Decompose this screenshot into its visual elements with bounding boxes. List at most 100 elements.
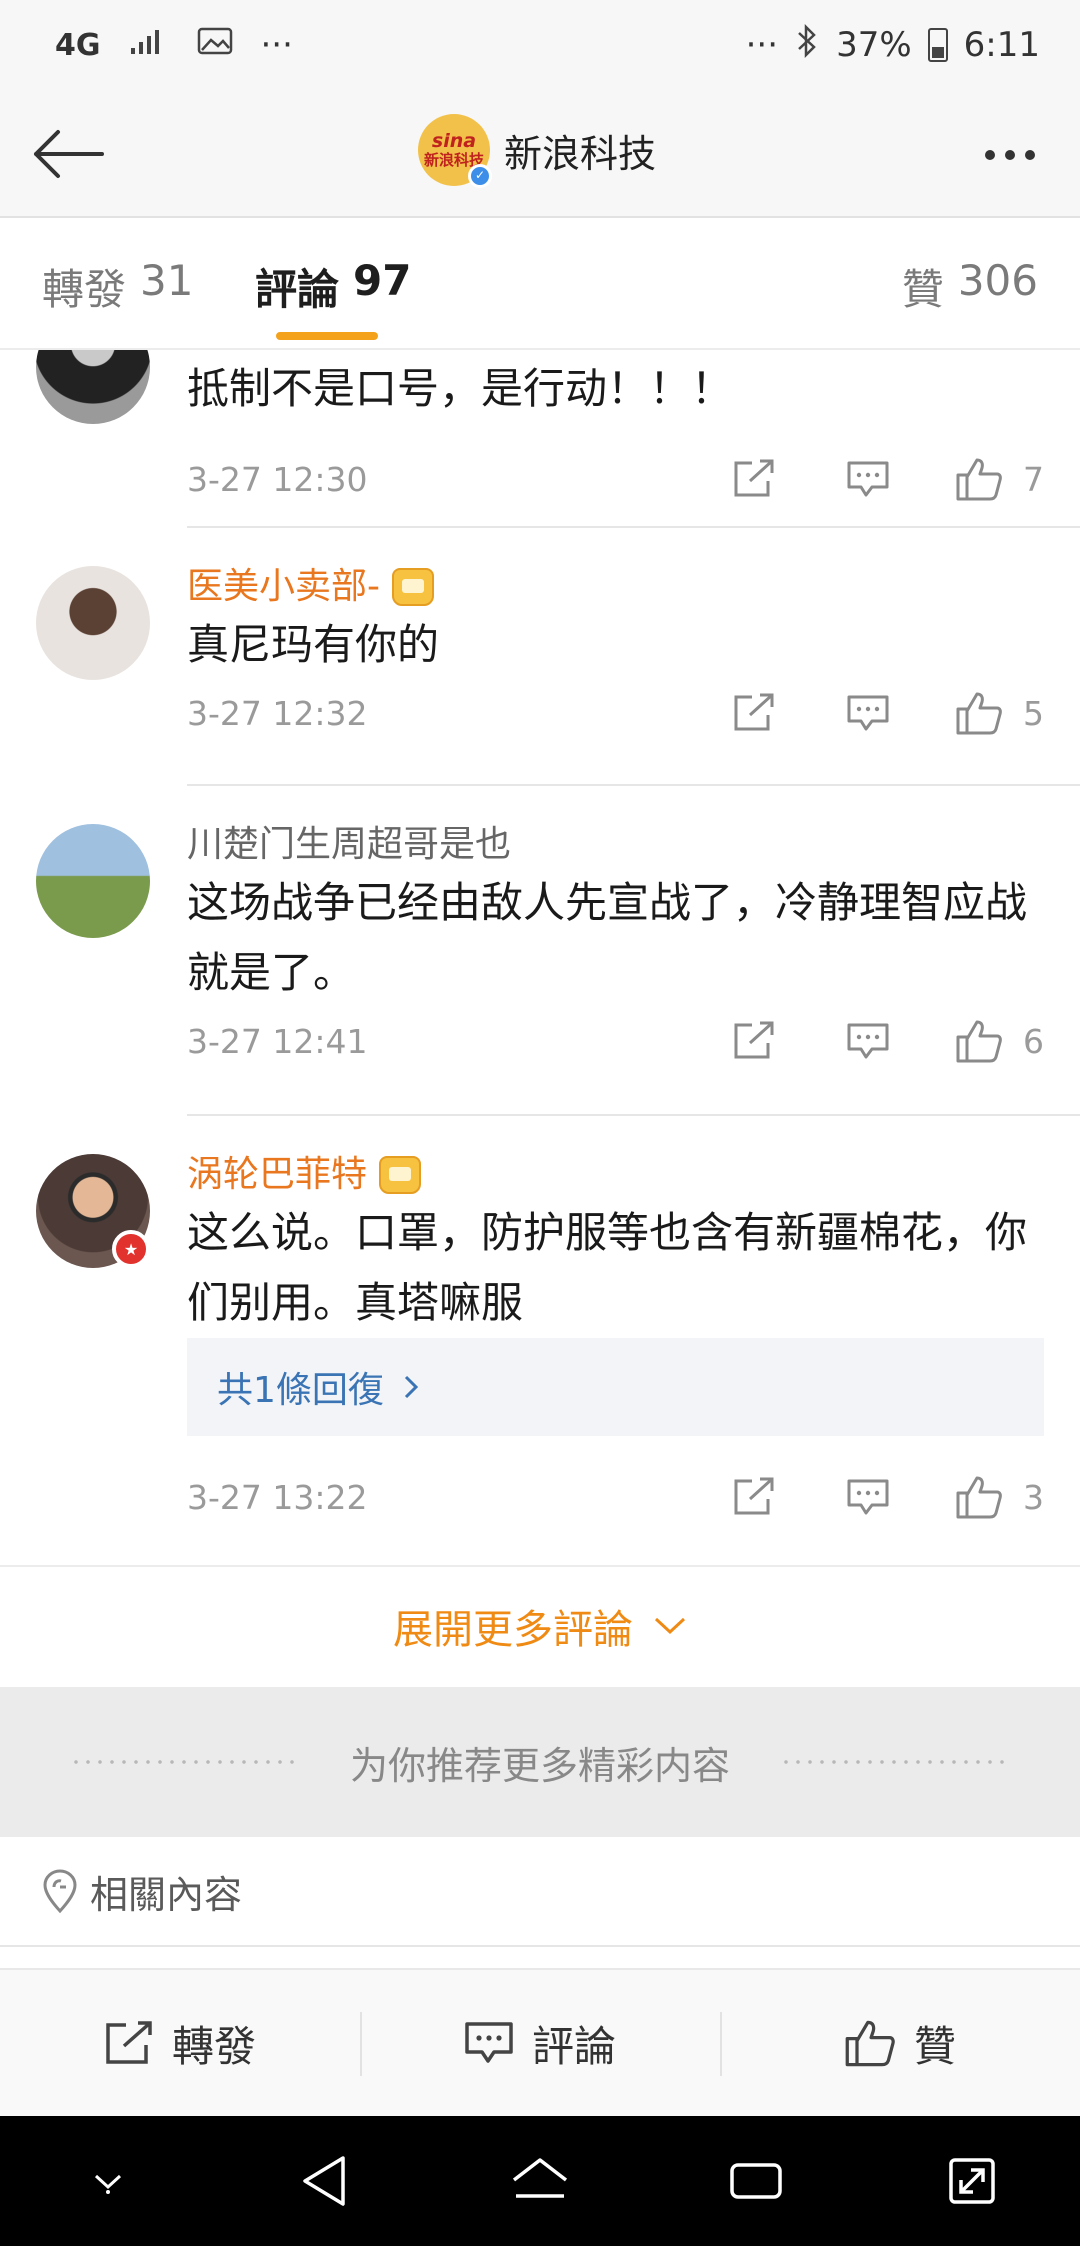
bottom-toolbar: 轉發 評論 贊 xyxy=(0,1968,1080,2116)
thumbs-up-icon xyxy=(956,692,1002,735)
like-label: 贊 xyxy=(913,2021,956,2071)
chevron-down-icon xyxy=(94,2174,122,2194)
verified-badge-icon: ★ xyxy=(112,1230,150,1268)
thumbs-up-icon xyxy=(845,2020,895,2067)
tab-label: 評論 xyxy=(255,265,340,314)
comment-text: 这场战争已经由敌人先宣战了，冷静理智应战就是了。 xyxy=(187,878,1028,997)
dotted-line xyxy=(69,1760,300,1764)
verified-icon: ✓ xyxy=(468,164,492,188)
commenter-name[interactable]: 涡轮巴菲特 xyxy=(187,1152,1044,1198)
commenter-name[interactable]: 医美小卖部- xyxy=(187,564,1044,610)
vip-crown-icon xyxy=(392,568,434,606)
nav-dismiss-button[interactable] xyxy=(58,2131,158,2231)
logo-text-top: sina xyxy=(431,130,477,153)
commenter-name-text: 医美小卖部- xyxy=(187,566,380,607)
like-button[interactable]: 贊 xyxy=(720,1970,1080,2116)
like-button[interactable]: 5 xyxy=(955,688,1044,738)
expand-more-comments-button[interactable]: 展開更多評論 xyxy=(0,1565,1080,1685)
nav-recents-button[interactable] xyxy=(706,2131,806,2231)
comment-item: 川楚门生周超哥是也 这场战争已经由敌人先宣战了，冷静理智应战就是了。 3-27 … xyxy=(0,786,1080,1116)
tab-forward[interactable]: 轉發 31 xyxy=(42,256,193,317)
reply-button[interactable] xyxy=(843,688,893,738)
recents-icon xyxy=(730,2163,782,2199)
avatar[interactable] xyxy=(36,824,150,938)
comment-item: 抵制不是口号，是行动！！！ 3-27 12:30 7 xyxy=(0,350,1080,528)
battery-icon xyxy=(927,28,948,62)
comment-time: 3-27 12:30 xyxy=(187,459,368,499)
like-button[interactable]: 3 xyxy=(955,1472,1044,1522)
reply-button[interactable] xyxy=(843,454,893,504)
share-icon xyxy=(734,459,774,497)
more-status: ··· xyxy=(745,25,779,65)
comment-button[interactable]: 評論 xyxy=(360,1970,720,2116)
forward-button[interactable]: 轉發 xyxy=(0,1970,360,2116)
reply-summary-link[interactable]: 共1條回復 xyxy=(187,1338,1044,1436)
nav-back-button[interactable] xyxy=(274,2131,374,2231)
more-dot-icon xyxy=(985,150,995,160)
comment-text: 抵制不是口号，是行动！！！ xyxy=(187,364,734,413)
tab-bar: 轉發 31 評論 97 贊 306 xyxy=(0,218,1080,350)
share-icon xyxy=(734,1477,774,1515)
comment-icon xyxy=(465,2022,513,2063)
forward-icon xyxy=(106,2021,152,2064)
clock: 6:11 xyxy=(963,25,1040,65)
comment-item: 医美小卖部- 真尼玛有你的 3-27 12:32 5 xyxy=(0,528,1080,786)
tab-like[interactable]: 贊 306 xyxy=(902,256,1038,317)
comment-time: 3-27 13:22 xyxy=(187,1477,368,1517)
reply-summary-text: 共1條回復 xyxy=(217,1370,384,1411)
comment-icon xyxy=(847,695,889,731)
tab-label: 贊 xyxy=(901,265,944,314)
like-count: 7 xyxy=(1023,459,1044,499)
tab-comment[interactable]: 評論 97 xyxy=(255,256,411,317)
share-button[interactable] xyxy=(729,1016,779,1066)
recommend-label: 为你推荐更多精彩内容 xyxy=(349,1743,730,1788)
comment-label: 評論 xyxy=(531,2021,616,2071)
like-button[interactable]: 7 xyxy=(955,454,1044,504)
comment-time: 3-27 12:32 xyxy=(187,693,368,733)
nav-home-button[interactable] xyxy=(490,2131,590,2231)
tab-count: 97 xyxy=(353,256,412,305)
share-button[interactable] xyxy=(729,688,779,738)
tab-label: 轉發 xyxy=(42,265,127,314)
share-button[interactable] xyxy=(729,1472,779,1522)
avatar[interactable] xyxy=(36,566,150,680)
reply-button[interactable] xyxy=(843,1472,893,1522)
thumbs-up-icon xyxy=(956,458,1002,501)
more-options-button[interactable] xyxy=(970,130,1050,180)
page-title: 新浪科技 xyxy=(504,131,657,176)
more-notifications: ··· xyxy=(260,25,293,65)
status-bar: 4G ··· ··· 37% 6:11 xyxy=(0,0,1080,90)
comment-icon xyxy=(847,461,889,497)
vip-crown-icon xyxy=(379,1156,422,1194)
back-button[interactable] xyxy=(28,118,108,190)
image-icon xyxy=(197,25,233,65)
thumbs-up-icon xyxy=(956,1020,1002,1063)
like-count: 6 xyxy=(1023,1021,1044,1061)
back-triangle-icon xyxy=(303,2156,345,2206)
home-icon xyxy=(512,2158,568,2198)
app-header: sina 新浪科技 ✓ 新浪科技 xyxy=(0,90,1080,218)
system-nav-bar xyxy=(0,2116,1080,2246)
reply-button[interactable] xyxy=(843,1016,893,1066)
more-dot-icon xyxy=(1025,150,1035,160)
nav-rotate-button[interactable] xyxy=(922,2131,1022,2231)
like-count: 5 xyxy=(1023,693,1044,733)
like-button[interactable]: 6 xyxy=(955,1016,1044,1066)
like-count: 3 xyxy=(1023,1477,1044,1517)
account-header[interactable]: sina 新浪科技 ✓ 新浪科技 xyxy=(418,114,657,188)
location-pin-icon xyxy=(43,1869,77,1914)
recommend-divider: 为你推荐更多精彩内容 xyxy=(0,1687,1080,1837)
battery-percent: 37% xyxy=(836,25,912,65)
bluetooth-icon xyxy=(794,23,820,68)
share-button[interactable] xyxy=(729,454,779,504)
commenter-name[interactable]: 川楚门生周超哥是也 xyxy=(187,822,1044,868)
network-label: 4G xyxy=(55,27,101,63)
chevron-right-icon xyxy=(404,1375,419,1399)
signal-icon xyxy=(129,25,169,65)
related-label: 相關內容 xyxy=(90,1872,243,1917)
commenter-name-text: 涡轮巴菲特 xyxy=(187,1154,368,1195)
avatar[interactable]: ★ xyxy=(36,1154,150,1268)
related-content-row[interactable]: 相關內容 xyxy=(0,1837,1080,1947)
comment-time: 3-27 12:41 xyxy=(187,1021,368,1061)
avatar[interactable] xyxy=(36,350,150,424)
